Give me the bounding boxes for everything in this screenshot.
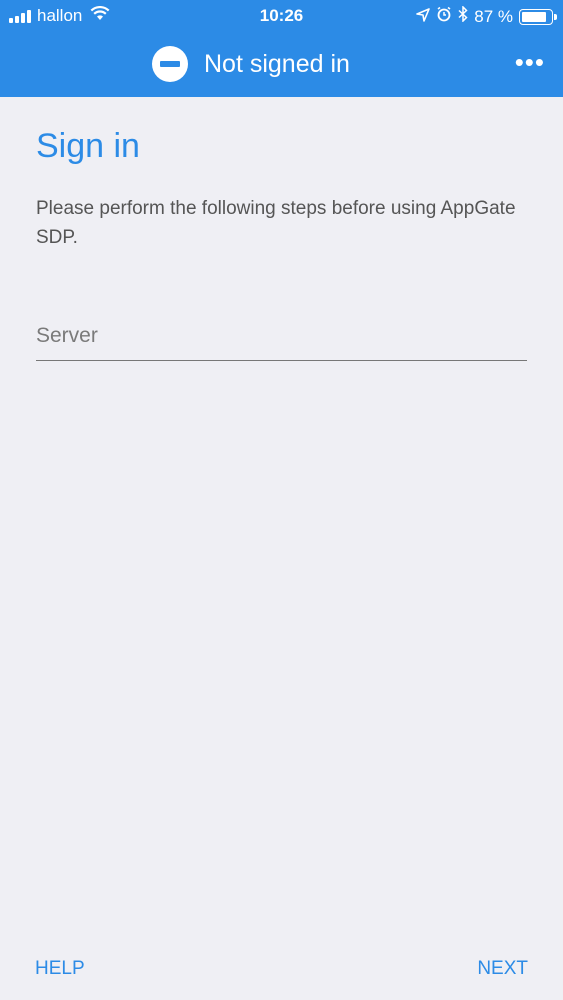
battery-percent: 87 % xyxy=(474,6,513,26)
title-group: Not signed in xyxy=(152,40,350,88)
page-title: Sign in xyxy=(36,127,140,165)
more-horizontal-icon[interactable]: ••• xyxy=(515,49,545,75)
no-entry-icon xyxy=(152,46,188,82)
status-bar: hallon 10:26 87 % xyxy=(0,0,563,32)
title-bar: Not signed in ••• xyxy=(0,40,563,90)
main-content: Sign in Please perform the following ste… xyxy=(36,97,527,361)
alarm-icon xyxy=(436,6,452,27)
location-arrow-icon xyxy=(416,7,431,27)
battery-icon xyxy=(519,8,557,25)
top-bar: hallon 10:26 87 % Not signed in ••• xyxy=(0,0,563,97)
status-right: 87 % xyxy=(416,5,557,27)
header-title: Not signed in xyxy=(204,49,350,78)
battery-fill xyxy=(522,11,547,22)
help-button[interactable]: HELP xyxy=(35,958,85,980)
page-description: Please perform the following steps befor… xyxy=(36,198,516,248)
server-field[interactable] xyxy=(36,315,527,361)
server-input[interactable] xyxy=(36,317,527,355)
bluetooth-icon xyxy=(458,5,468,27)
next-button[interactable]: NEXT xyxy=(477,958,528,980)
